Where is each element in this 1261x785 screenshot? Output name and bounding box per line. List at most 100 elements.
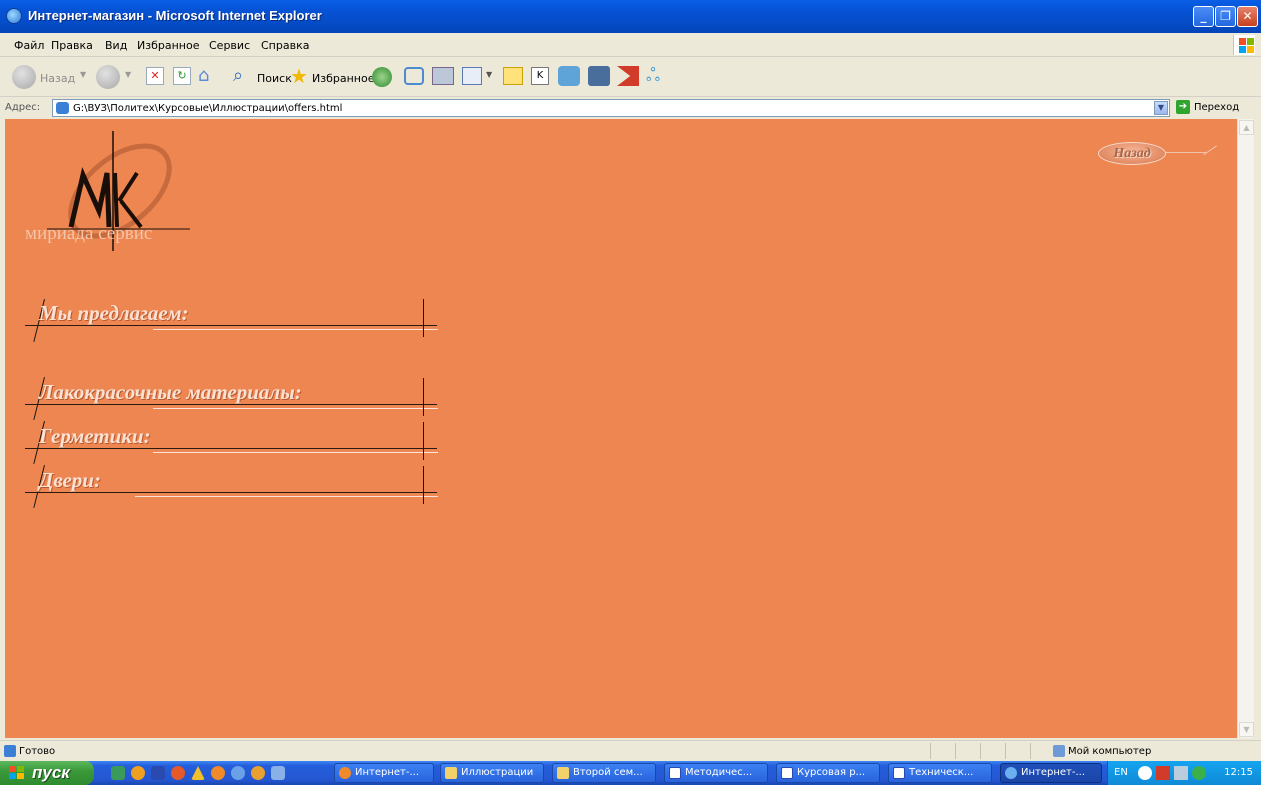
back-button-decor — [1166, 152, 1206, 153]
vertical-scrollbar[interactable]: ▲ ▼ — [1237, 119, 1254, 738]
back-dropdown-icon[interactable]: ▼ — [80, 70, 86, 79]
address-bar: Адрес: G:\ВУЗ\Политех\Курсовые\Иллюстрац… — [0, 97, 1261, 119]
quicklaunch-icon[interactable] — [151, 766, 165, 780]
status-page-icon — [4, 745, 16, 757]
windows-logo-icon — [1233, 35, 1255, 55]
start-button[interactable]: пуск — [0, 761, 94, 785]
heading-rule-light — [153, 329, 438, 330]
favorites-star-icon[interactable]: ★ — [290, 65, 308, 93]
volume-icon[interactable] — [1174, 766, 1188, 780]
clock[interactable]: 12:15 — [1224, 767, 1253, 778]
category-rule — [25, 492, 437, 493]
window-title: Интернет-магазин - Microsoft Internet Ex… — [28, 8, 322, 23]
security-zone: Мой компьютер — [1053, 745, 1151, 757]
back-label[interactable]: Назад — [40, 72, 75, 85]
category-link-doors[interactable]: Двери: — [39, 468, 101, 493]
quicklaunch-icon[interactable] — [271, 766, 285, 780]
ie-app-icon — [6, 8, 22, 24]
security-center-icon[interactable] — [1192, 766, 1206, 780]
back-button-decor-stroke — [1203, 145, 1217, 156]
page-content: мириада сервис Назад Мы предлагаем: Лако… — [5, 119, 1237, 738]
back-button[interactable]: Назад — [1098, 142, 1166, 165]
favorites-label[interactable]: Избранное — [312, 72, 374, 85]
go-arrow-icon[interactable]: ➔ — [1176, 100, 1190, 114]
taskbar-button[interactable]: Второй сем... — [552, 763, 656, 783]
back-arrow-icon[interactable] — [12, 65, 36, 89]
word-icon — [781, 767, 793, 779]
search-label[interactable]: Поиск — [257, 72, 292, 85]
status-separator — [1030, 743, 1031, 759]
history-icon[interactable] — [372, 67, 392, 87]
standard-toolbar: Назад ▼ ▼ ✕ ↻ ⌂ ⌕ Поиск ★ Избранное ▼ K … — [0, 57, 1261, 97]
scroll-up-icon[interactable]: ▲ — [1239, 120, 1254, 135]
title-bar[interactable]: Интернет-магазин - Microsoft Internet Ex… — [0, 0, 1261, 33]
status-separator — [1005, 743, 1006, 759]
mail-icon[interactable] — [404, 67, 424, 85]
status-separator — [980, 743, 981, 759]
category-tick — [423, 422, 424, 460]
language-indicator[interactable]: EN — [1114, 767, 1128, 778]
menu-view[interactable]: Вид — [105, 39, 127, 52]
quicklaunch-icon[interactable] — [131, 766, 145, 780]
notes-icon[interactable] — [503, 67, 523, 85]
menu-file[interactable]: Файл — [14, 39, 44, 52]
scroll-down-icon[interactable]: ▼ — [1239, 722, 1254, 737]
restore-button[interactable]: ❐ — [1215, 6, 1236, 27]
refresh-icon[interactable]: ↻ — [173, 67, 191, 85]
translate-icon[interactable] — [558, 66, 580, 86]
quicklaunch-icon[interactable] — [211, 766, 225, 780]
taskbar-button[interactable]: Интернет-... — [334, 763, 434, 783]
status-bar: Готово Мой компьютер — [0, 740, 1261, 761]
taskbar-button-active[interactable]: Интернет-... — [1000, 763, 1102, 783]
close-button[interactable]: ✕ — [1237, 6, 1258, 27]
heading-tick — [423, 299, 424, 337]
address-url[interactable]: G:\ВУЗ\Политех\Курсовые\Иллюстрации\offe… — [73, 103, 342, 114]
messenger-icon[interactable]: ஃ — [646, 66, 668, 86]
go-button[interactable]: Переход — [1194, 102, 1239, 113]
menu-tools[interactable]: Сервис — [209, 39, 250, 52]
start-label[interactable]: пуск — [32, 763, 70, 782]
home-icon[interactable]: ⌂ — [198, 66, 218, 86]
print-icon[interactable] — [432, 67, 454, 85]
menu-help[interactable]: Справка — [261, 39, 309, 52]
taskbar-button[interactable]: Курсовая р... — [776, 763, 880, 783]
address-dropdown-icon[interactable]: ▼ — [1154, 101, 1168, 115]
stop-icon[interactable]: ✕ — [146, 67, 164, 85]
browser-window: Интернет-магазин - Microsoft Internet Ex… — [0, 0, 1261, 785]
forward-arrow-icon[interactable] — [96, 65, 120, 89]
antivirus-icon[interactable] — [617, 66, 639, 86]
logo: мириада сервис — [25, 131, 215, 261]
status-separator — [955, 743, 956, 759]
research-icon[interactable] — [588, 66, 610, 86]
search-icon[interactable]: ⌕ — [233, 66, 253, 86]
windows-flag-icon — [9, 766, 25, 780]
quicklaunch-icon[interactable] — [251, 766, 265, 780]
security-zone-label: Мой компьютер — [1068, 746, 1152, 757]
messenger-k-icon[interactable]: K — [531, 67, 549, 85]
menu-edit[interactable]: Правка — [51, 39, 93, 52]
page-icon — [56, 102, 69, 114]
category-rule — [25, 404, 437, 405]
ie-icon — [1005, 767, 1017, 779]
category-tick — [423, 466, 424, 504]
taskbar-button[interactable]: Методичес... — [664, 763, 768, 783]
taskbar: пуск Интернет-... Иллюстрации Второй сем… — [0, 761, 1261, 785]
category-link-paints[interactable]: Лакокрасочные материалы: — [39, 380, 302, 405]
edit-icon[interactable] — [462, 67, 482, 85]
menu-favorites[interactable]: Избранное — [137, 39, 199, 52]
computer-icon — [1053, 745, 1065, 757]
quicklaunch-icon[interactable] — [231, 766, 245, 780]
tray-arrow-icon[interactable] — [1138, 766, 1152, 780]
category-link-sealants[interactable]: Герметики: — [39, 424, 151, 449]
taskbar-button[interactable]: Иллюстрации — [440, 763, 544, 783]
quicklaunch-icon[interactable] — [191, 766, 205, 780]
forward-dropdown-icon[interactable]: ▼ — [125, 70, 131, 79]
system-tray: EN 12:15 — [1107, 761, 1261, 785]
taskbar-button[interactable]: Техническ... — [888, 763, 992, 783]
address-input[interactable]: G:\ВУЗ\Политех\Курсовые\Иллюстрации\offe… — [52, 99, 1170, 117]
edit-dropdown-icon[interactable]: ▼ — [486, 70, 492, 79]
minimize-button[interactable]: _ — [1193, 6, 1214, 27]
antivirus-tray-icon[interactable] — [1156, 766, 1170, 780]
quicklaunch-icon[interactable] — [171, 766, 185, 780]
quicklaunch-icon[interactable] — [111, 766, 125, 780]
